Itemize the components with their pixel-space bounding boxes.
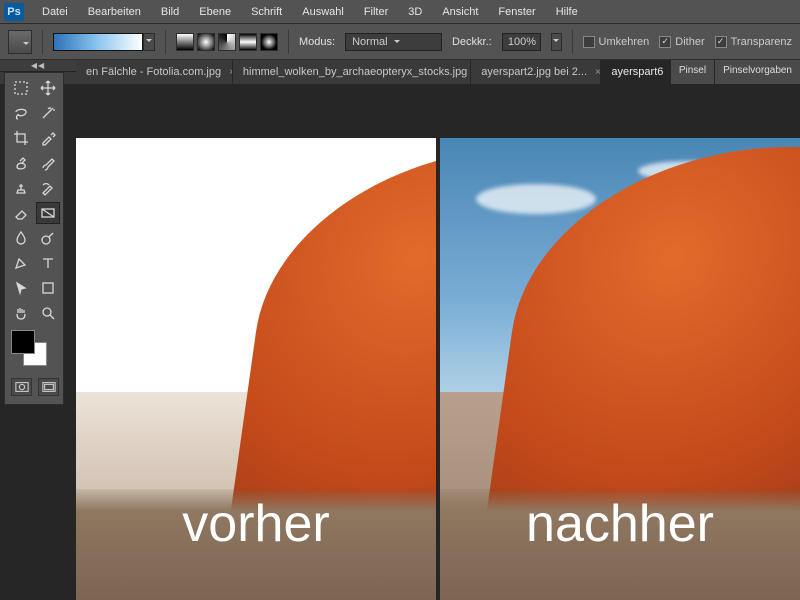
menu-ebene[interactable]: Ebene: [189, 0, 241, 24]
tab-document[interactable]: en Fälchle - Fotolia.com.jpg ×: [76, 60, 233, 84]
gradient-type-buttons: [176, 33, 278, 51]
dither-checkbox[interactable]: ✓ Dither: [659, 36, 704, 48]
tab-document-active[interactable]: ayerspart6: [601, 60, 669, 84]
tab-label: ayerspart6: [611, 66, 663, 78]
lasso-tool[interactable]: [9, 102, 33, 124]
marquee-tool[interactable]: [9, 77, 33, 99]
menu-ansicht[interactable]: Ansicht: [432, 0, 488, 24]
checkbox-icon: ✓: [659, 36, 671, 48]
color-swatches[interactable]: [11, 330, 59, 374]
transparenz-checkbox[interactable]: ✓ Transparenz: [715, 36, 792, 48]
foreground-color-swatch[interactable]: [11, 330, 35, 354]
tab-label: en Fälchle - Fotolia.com.jpg: [86, 66, 221, 78]
separator: [288, 30, 289, 54]
tab-label: himmel_wolken_by_archaeopteryx_stocks.jp…: [243, 66, 467, 78]
tools-panel: [4, 72, 64, 405]
gradient-angle-button[interactable]: [218, 33, 236, 51]
pen-tool[interactable]: [9, 252, 33, 274]
document-tab-bar: en Fälchle - Fotolia.com.jpg × himmel_wo…: [0, 60, 800, 84]
close-icon[interactable]: ×: [595, 67, 601, 78]
crop-tool[interactable]: [9, 127, 33, 149]
gradient-radial-button[interactable]: [197, 33, 215, 51]
type-tool[interactable]: [36, 252, 60, 274]
right-panel-tabs: Pinsel Pinselvorgaben: [670, 60, 800, 84]
gradient-preview[interactable]: [53, 33, 143, 51]
panel-tab-pinsel[interactable]: Pinsel: [670, 60, 714, 84]
chevron-down-icon: [394, 40, 400, 46]
opacity-label: Deckkr.:: [452, 36, 492, 48]
gradient-tool[interactable]: [36, 202, 60, 224]
options-bar: Modus: Normal Deckkr.: 100% Umkehren ✓ D…: [0, 24, 800, 60]
rock-shape: [230, 147, 436, 517]
menu-hilfe[interactable]: Hilfe: [546, 0, 588, 24]
separator: [42, 30, 43, 54]
dock-collapse-button[interactable]: ◀◀: [0, 60, 76, 72]
caption-before: vorher: [76, 494, 436, 554]
healing-brush-tool[interactable]: [9, 152, 33, 174]
menu-fenster[interactable]: Fenster: [488, 0, 545, 24]
magic-wand-tool[interactable]: [36, 102, 60, 124]
transparenz-label: Transparenz: [731, 36, 792, 48]
menu-bearbeiten[interactable]: Bearbeiten: [78, 0, 151, 24]
tool-preset-dropdown[interactable]: [8, 30, 32, 54]
menu-3d[interactable]: 3D: [398, 0, 432, 24]
clone-stamp-tool[interactable]: [9, 177, 33, 199]
brush-tool[interactable]: [36, 152, 60, 174]
menu-schrift[interactable]: Schrift: [241, 0, 292, 24]
tab-document[interactable]: ayerspart2.jpg bei 2... ×: [471, 60, 601, 84]
blur-tool[interactable]: [9, 227, 33, 249]
gradient-dropdown-icon[interactable]: [143, 33, 155, 51]
image-before: vorher: [76, 138, 436, 600]
collapse-icon: ◀◀: [31, 61, 45, 70]
gradient-preview-group: [53, 33, 155, 51]
history-brush-tool[interactable]: [36, 177, 60, 199]
menu-auswahl[interactable]: Auswahl: [292, 0, 354, 24]
opacity-input[interactable]: 100%: [502, 33, 541, 51]
shape-tool[interactable]: [36, 277, 60, 299]
opacity-value: 100%: [508, 36, 536, 48]
panel-tab-pinselvorgaben[interactable]: Pinselvorgaben: [714, 60, 800, 84]
menu-filter[interactable]: Filter: [354, 0, 398, 24]
dither-label: Dither: [675, 36, 704, 48]
path-selection-tool[interactable]: [9, 277, 33, 299]
tab-label: ayerspart2.jpg bei 2...: [481, 66, 587, 78]
cloud-shape: [476, 184, 596, 214]
modus-label: Modus:: [299, 36, 335, 48]
zoom-tool[interactable]: [36, 302, 60, 324]
dodge-tool[interactable]: [36, 227, 60, 249]
menu-datei[interactable]: Datei: [32, 0, 78, 24]
menu-bar: Ps Datei Bearbeiten Bild Ebene Schrift A…: [0, 0, 800, 24]
image-after: nachher: [440, 138, 800, 600]
caption-after: nachher: [440, 494, 800, 554]
tab-document[interactable]: himmel_wolken_by_archaeopteryx_stocks.jp…: [233, 60, 471, 84]
checkbox-icon: [583, 36, 595, 48]
separator: [572, 30, 573, 54]
canvas-area: vorher nachher: [76, 84, 800, 600]
move-tool[interactable]: [36, 77, 60, 99]
checkbox-icon: ✓: [715, 36, 727, 48]
separator: [165, 30, 166, 54]
eyedropper-tool[interactable]: [36, 127, 60, 149]
gradient-diamond-button[interactable]: [260, 33, 278, 51]
app-logo[interactable]: Ps: [4, 3, 24, 21]
modus-dropdown[interactable]: Normal: [345, 33, 442, 51]
menu-bild[interactable]: Bild: [151, 0, 189, 24]
umkehren-label: Umkehren: [599, 36, 650, 48]
screen-mode-button[interactable]: [38, 378, 59, 396]
quick-mask-button[interactable]: [11, 378, 32, 396]
eraser-tool[interactable]: [9, 202, 33, 224]
gradient-reflected-button[interactable]: [239, 33, 257, 51]
hand-tool[interactable]: [9, 302, 33, 324]
modus-value: Normal: [352, 36, 387, 48]
opacity-dropdown-icon[interactable]: [551, 33, 562, 51]
gradient-linear-button[interactable]: [176, 33, 194, 51]
umkehren-checkbox[interactable]: Umkehren: [583, 36, 650, 48]
